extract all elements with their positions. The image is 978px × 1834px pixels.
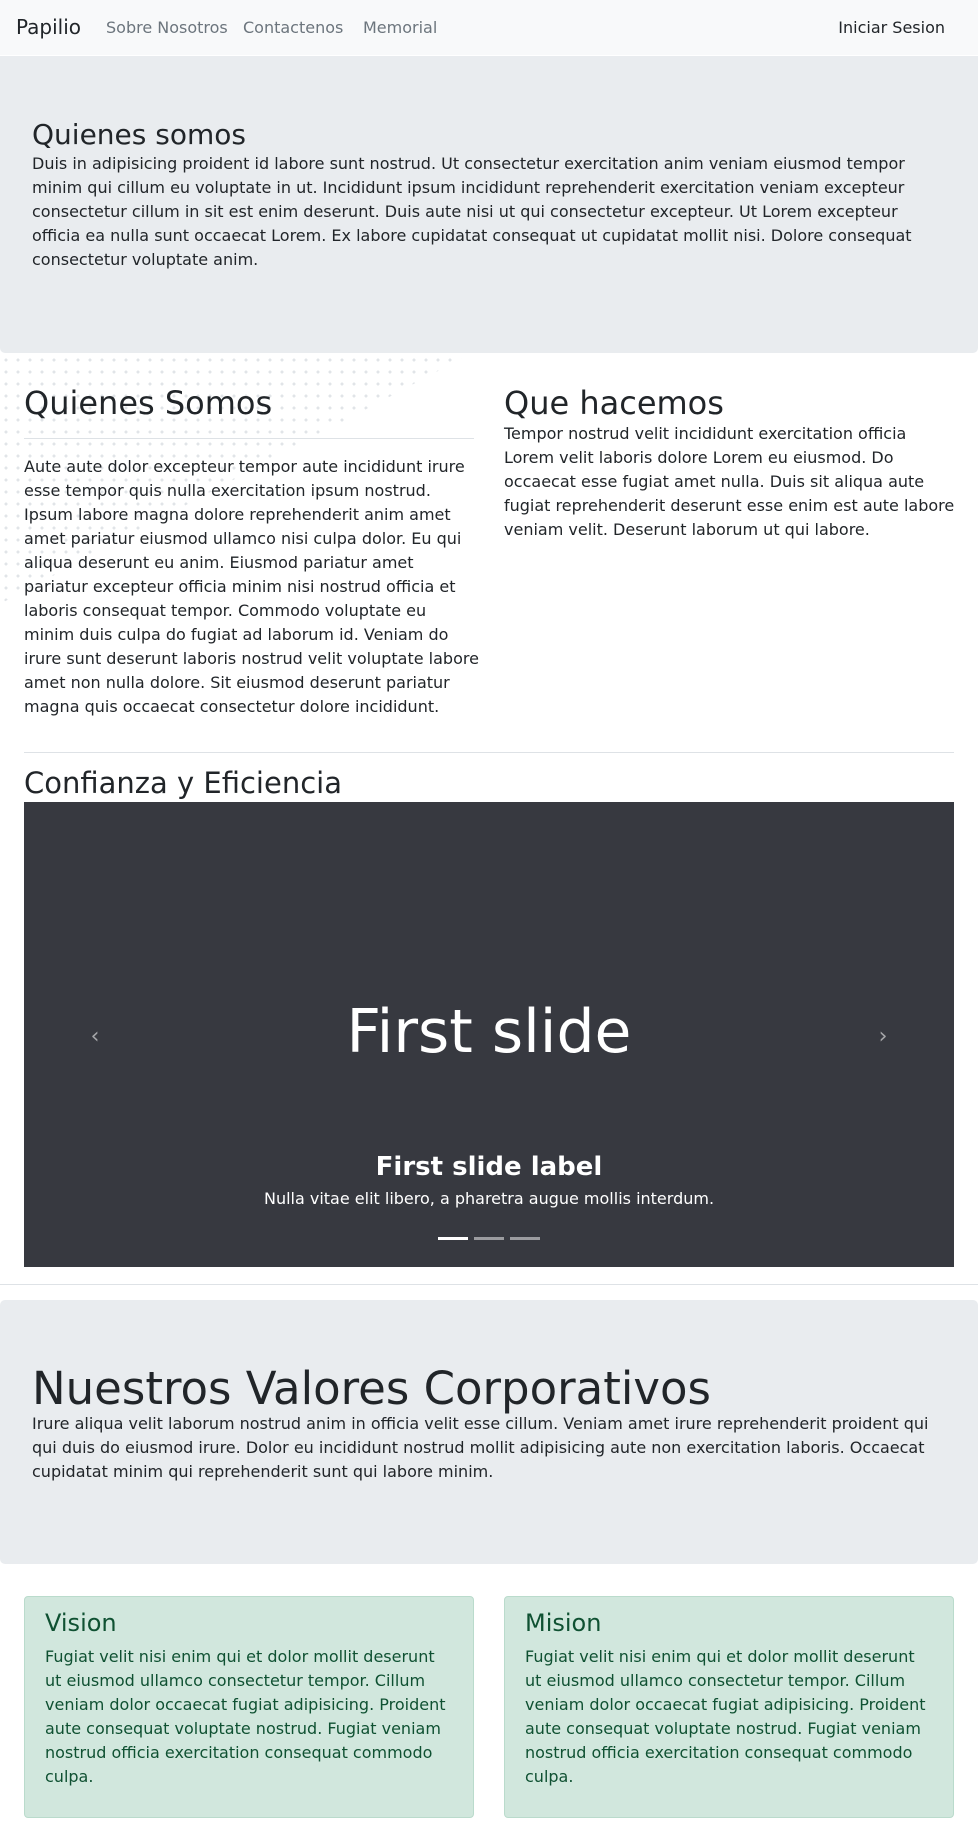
values-title: Nuestros Valores Corporativos <box>32 1362 711 1415</box>
brand-link[interactable]: Papilio <box>16 15 81 39</box>
what-text: Tempor nostrud velit incididunt exercita… <box>504 424 955 539</box>
slide-caption-title: First slide label <box>375 1152 603 1182</box>
mision-title: Mision <box>525 1609 602 1637</box>
nav-link-memorial[interactable]: Memorial <box>363 18 437 37</box>
chevron-right-icon: › <box>878 1024 888 1049</box>
vision-title: Vision <box>45 1609 117 1637</box>
carousel-prev-button[interactable]: ‹ <box>80 1022 110 1052</box>
login-link[interactable]: Iniciar Sesion <box>838 18 945 37</box>
chevron-left-icon: ‹ <box>90 1024 100 1049</box>
hero-title: Quienes somos <box>32 118 246 151</box>
carousel-indicator-2[interactable] <box>474 1237 504 1240</box>
about-text: Aute aute dolor excepteur tempor aute in… <box>24 457 479 716</box>
mision-text: Fugiat velit nisi enim qui et dolor moll… <box>525 1647 926 1786</box>
slide-caption-text: Nulla vitae elit libero, a pharetra augu… <box>263 1189 715 1208</box>
carousel-indicator-3[interactable] <box>510 1237 540 1240</box>
nav-link-sobre-nosotros[interactable]: Sobre Nosotros <box>106 18 228 37</box>
navbar: Papilio Sobre Nosotros Contactenos Memor… <box>0 0 978 55</box>
vision-text: Fugiat velit nisi enim qui et dolor moll… <box>45 1647 446 1786</box>
section-divider-2 <box>0 1284 978 1285</box>
carousel: First slide ‹ › First slide label Nulla … <box>24 802 954 1267</box>
nav-link-contactenos[interactable]: Contactenos <box>243 18 343 37</box>
vision-card: Vision Fugiat velit nisi enim qui et dol… <box>24 1596 474 1818</box>
carousel-indicator-1[interactable] <box>438 1237 468 1240</box>
hero-section: Quienes somos Duis in adipisicing proide… <box>0 56 978 353</box>
hero-text: Duis in adipisicing proident id labore s… <box>32 154 912 269</box>
values-text: Irure aliqua velit laborum nostrud anim … <box>32 1414 929 1481</box>
values-section: Nuestros Valores Corporativos Irure aliq… <box>0 1300 978 1564</box>
slide-placeholder-text: First slide <box>346 997 632 1067</box>
carousel-next-button[interactable]: › <box>868 1022 898 1052</box>
about-divider <box>24 438 474 439</box>
carousel-title: Confianza y Eficiencia <box>24 766 342 800</box>
section-divider <box>24 752 954 753</box>
mision-card: Mision Fugiat velit nisi enim qui et dol… <box>504 1596 954 1818</box>
about-title: Quienes Somos <box>24 384 273 422</box>
what-title: Que hacemos <box>504 384 724 422</box>
